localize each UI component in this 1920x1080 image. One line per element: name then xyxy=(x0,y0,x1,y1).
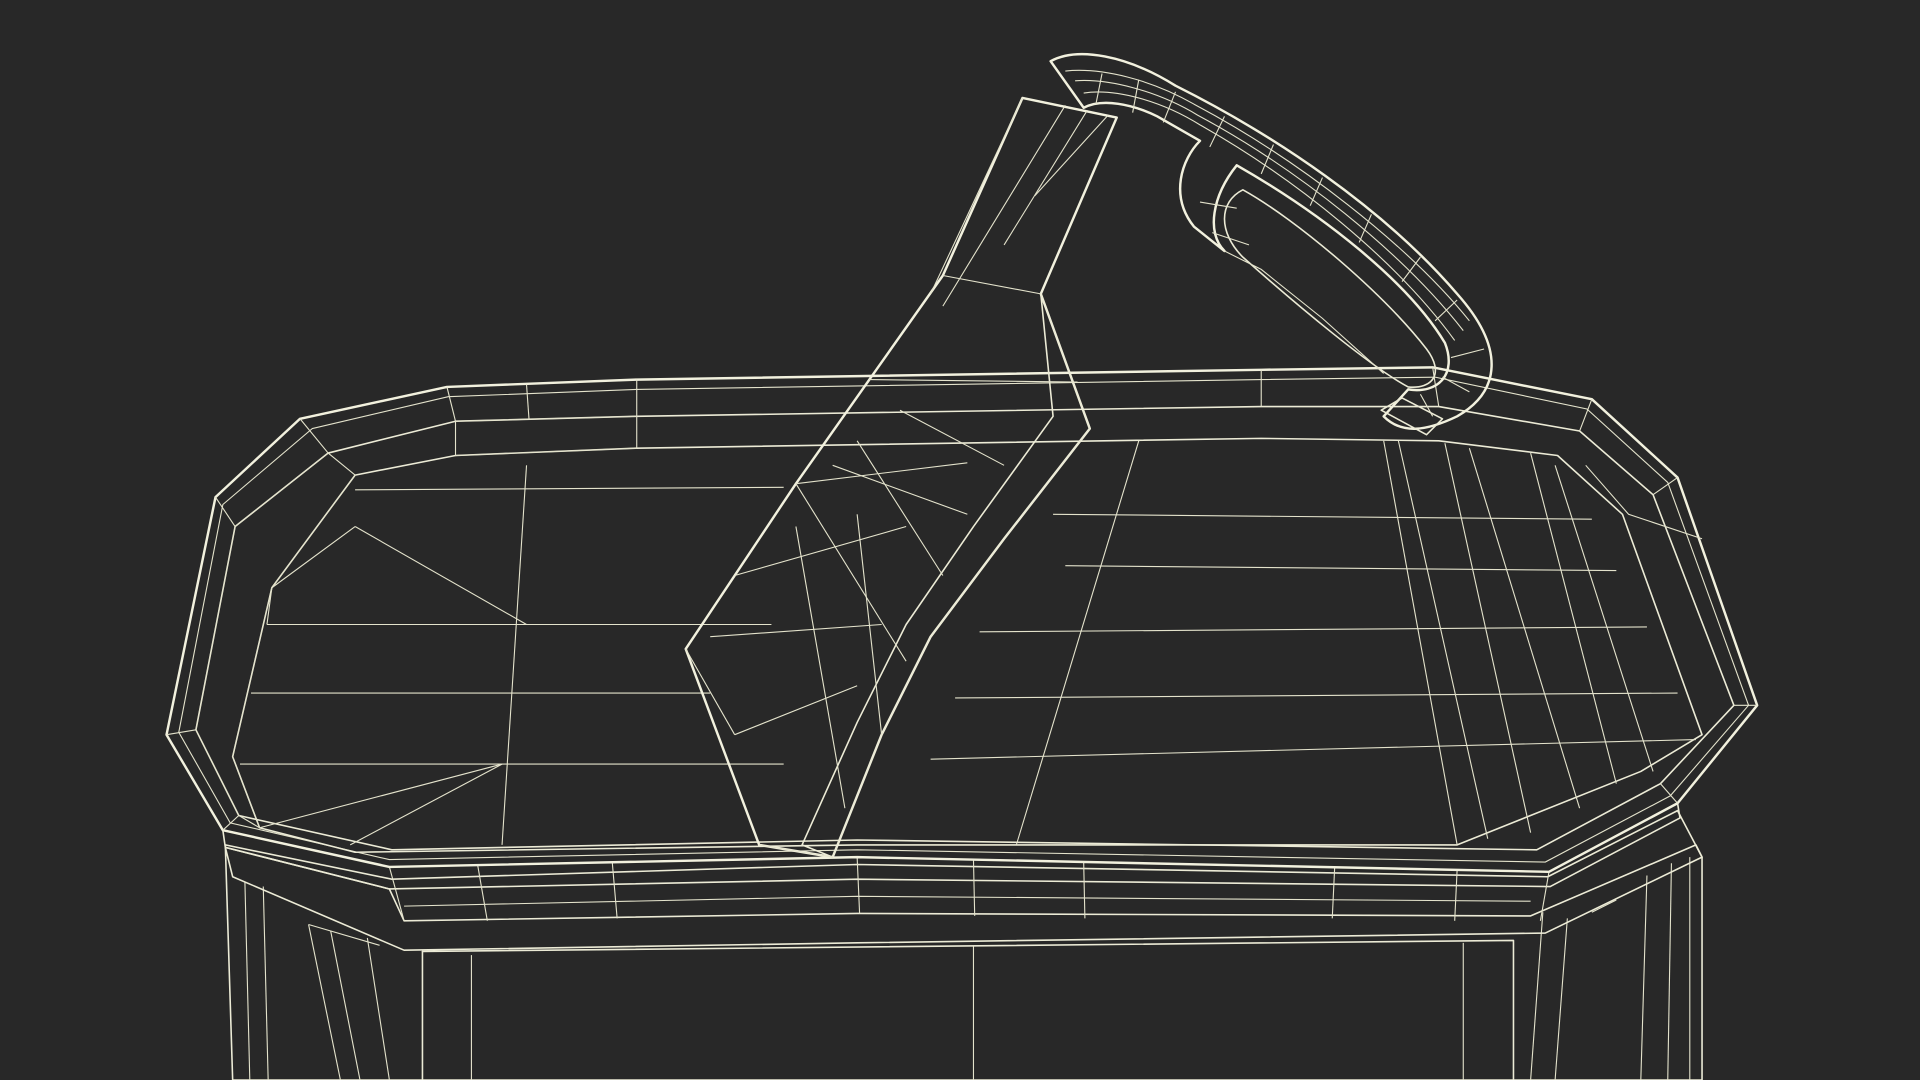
wireframe-render-scene xyxy=(0,0,1920,1080)
